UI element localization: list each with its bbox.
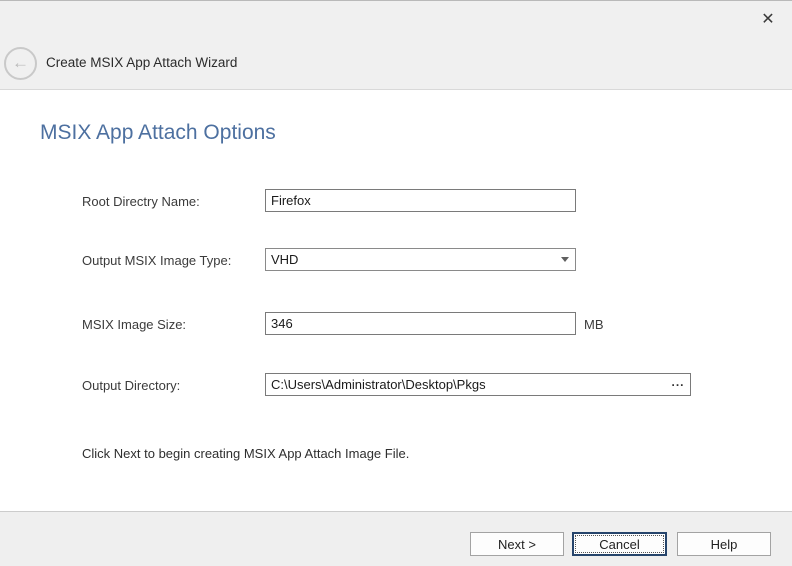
page-title: MSIX App Attach Options xyxy=(40,121,276,145)
image-size-input[interactable] xyxy=(265,312,576,335)
output-directory-input[interactable] xyxy=(265,373,691,396)
back-button[interactable]: ← xyxy=(4,47,37,80)
close-icon: ✕ xyxy=(761,9,774,29)
wizard-content: MSIX App Attach Options Root Directry Na… xyxy=(0,91,792,511)
close-button[interactable]: ✕ xyxy=(754,7,782,31)
wizard-title: Create MSIX App Attach Wizard xyxy=(46,55,237,70)
root-directory-name-label: Root Directry Name: xyxy=(82,194,200,209)
instruction-text: Click Next to begin creating MSIX App At… xyxy=(82,446,409,461)
next-button[interactable]: Next > xyxy=(470,532,564,556)
image-size-label: MSIX Image Size: xyxy=(82,317,186,332)
cancel-button[interactable]: Cancel xyxy=(572,532,667,556)
browse-button[interactable]: ... xyxy=(667,374,689,395)
image-size-unit-label: MB xyxy=(584,317,604,332)
output-image-type-value: VHD xyxy=(271,252,298,267)
output-image-type-label: Output MSIX Image Type: xyxy=(82,253,231,268)
help-button[interactable]: Help xyxy=(677,532,771,556)
ellipsis-icon: ... xyxy=(671,376,684,388)
wizard-footer: Next > Cancel Help xyxy=(0,511,792,566)
back-arrow-icon: ← xyxy=(12,54,29,71)
root-directory-name-input[interactable] xyxy=(265,189,576,212)
wizard-window: ← Create MSIX App Attach Wizard ✕ MSIX A… xyxy=(0,0,792,565)
output-image-type-dropdown[interactable]: VHD xyxy=(265,248,576,271)
output-directory-label: Output Directory: xyxy=(82,378,180,393)
chevron-down-icon xyxy=(561,257,569,262)
wizard-header: ← Create MSIX App Attach Wizard ✕ xyxy=(0,1,792,90)
